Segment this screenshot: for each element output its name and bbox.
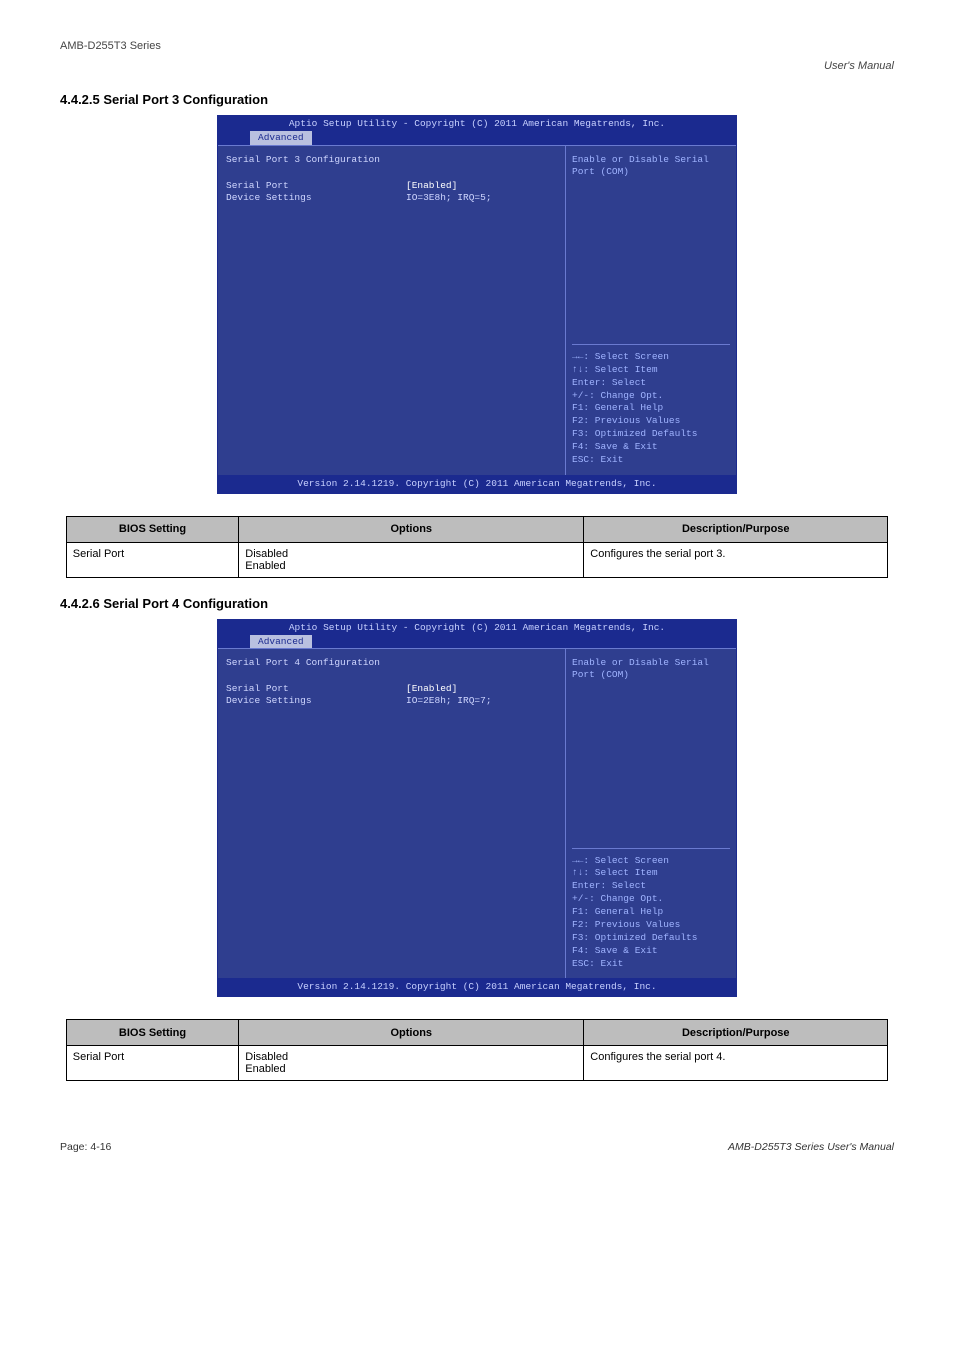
bios-row-serial-port[interactable]: Serial Port [Enabled] <box>226 683 557 695</box>
user-manual-label: User's Manual <box>30 60 924 72</box>
key-enter: Enter: Select <box>572 377 730 389</box>
serial-port-value: [Enabled] <box>406 180 457 192</box>
section-title-3: 4.4.2.5 Serial Port 3 Configuration <box>60 92 924 107</box>
key-previous-values: F2: Previous Values <box>572 415 730 427</box>
key-save-exit: F4: Save & Exit <box>572 945 730 957</box>
table-row: Serial Port Disabled Enabled Configures … <box>66 542 887 577</box>
key-general-help: F1: General Help <box>572 906 730 918</box>
option-table-4: BIOS Setting Options Description/Purpose… <box>66 1019 888 1081</box>
td-options: Disabled Enabled <box>239 542 584 577</box>
key-change-opt: +/-: Change Opt. <box>572 390 730 402</box>
serial-port-label: Serial Port <box>226 683 406 695</box>
th-options: Options <box>239 516 584 542</box>
bios-row-serial-port[interactable]: Serial Port [Enabled] <box>226 180 557 192</box>
bios-tab-row: Advanced <box>218 131 736 145</box>
table-row: Serial Port Disabled Enabled Configures … <box>66 1046 887 1081</box>
td-bios-setting: Serial Port <box>66 1046 239 1081</box>
bios-tab-advanced[interactable]: Advanced <box>250 635 312 649</box>
footer-product: AMB-D255T3 Series User's Manual <box>728 1141 894 1153</box>
key-esc-exit: ESC: Exit <box>572 454 730 466</box>
device-settings-label: Device Settings <box>226 192 406 204</box>
bios-config-title: Serial Port 3 Configuration <box>226 154 557 166</box>
th-description: Description/Purpose <box>584 1020 888 1046</box>
serial-port-value: [Enabled] <box>406 683 457 695</box>
bios-body: Serial Port 4 Configuration Serial Port … <box>218 648 736 978</box>
bios-tab-advanced[interactable]: Advanced <box>250 131 312 145</box>
bios-screenshot-4: Aptio Setup Utility - Copyright (C) 2011… <box>217 619 737 998</box>
device-settings-value: IO=2E8h; IRQ=7; <box>406 695 492 707</box>
key-previous-values: F2: Previous Values <box>572 919 730 931</box>
th-description: Description/Purpose <box>584 516 888 542</box>
bios-keybindings: →←: Select Screen ↑↓: Select Item Enter:… <box>572 344 730 467</box>
key-general-help: F1: General Help <box>572 402 730 414</box>
key-select-item: ↑↓: Select Item <box>572 867 730 879</box>
td-options: Disabled Enabled <box>239 1046 584 1081</box>
key-enter: Enter: Select <box>572 880 730 892</box>
key-select-item: ↑↓: Select Item <box>572 364 730 376</box>
bios-keybindings: →←: Select Screen ↑↓: Select Item Enter:… <box>572 848 730 971</box>
bios-hint: Enable or Disable Serial Port (COM) <box>572 154 730 178</box>
bios-footer-bar: Version 2.14.1219. Copyright (C) 2011 Am… <box>218 475 736 493</box>
th-options: Options <box>239 1020 584 1046</box>
td-description: Configures the serial port 4. <box>584 1046 888 1081</box>
option-table-3: BIOS Setting Options Description/Purpose… <box>66 516 888 578</box>
bios-config-title: Serial Port 4 Configuration <box>226 657 557 669</box>
bios-hint: Enable or Disable Serial Port (COM) <box>572 657 730 681</box>
bios-footer-bar: Version 2.14.1219. Copyright (C) 2011 Am… <box>218 978 736 996</box>
td-bios-setting: Serial Port <box>66 542 239 577</box>
bios-main-panel: Serial Port 4 Configuration Serial Port … <box>218 649 566 978</box>
bios-tab-row: Advanced <box>218 635 736 649</box>
bios-main-panel: Serial Port 3 Configuration Serial Port … <box>218 146 566 475</box>
serial-port-label: Serial Port <box>226 180 406 192</box>
key-esc-exit: ESC: Exit <box>572 958 730 970</box>
page-number: Page: 4-16 <box>60 1141 111 1153</box>
td-description: Configures the serial port 3. <box>584 542 888 577</box>
key-change-opt: +/-: Change Opt. <box>572 893 730 905</box>
bios-row-device-settings: Device Settings IO=2E8h; IRQ=7; <box>226 695 557 707</box>
bios-row-device-settings: Device Settings IO=3E8h; IRQ=5; <box>226 192 557 204</box>
key-optimized-defaults: F3: Optimized Defaults <box>572 428 730 440</box>
key-select-screen: →←: Select Screen <box>572 855 730 867</box>
bios-screenshot-3: Aptio Setup Utility - Copyright (C) 2011… <box>217 115 737 494</box>
key-optimized-defaults: F3: Optimized Defaults <box>572 932 730 944</box>
bios-top-bar: Aptio Setup Utility - Copyright (C) 2011… <box>218 116 736 131</box>
key-save-exit: F4: Save & Exit <box>572 441 730 453</box>
bios-top-bar: Aptio Setup Utility - Copyright (C) 2011… <box>218 620 736 635</box>
bios-body: Serial Port 3 Configuration Serial Port … <box>218 145 736 475</box>
page-footer: Page: 4-16 AMB-D255T3 Series User's Manu… <box>30 1141 924 1153</box>
bios-right-panel: Enable or Disable Serial Port (COM) →←: … <box>566 649 736 978</box>
page-header: AMB-D255T3 Series <box>30 40 924 52</box>
key-select-screen: →←: Select Screen <box>572 351 730 363</box>
th-bios-setting: BIOS Setting <box>66 1020 239 1046</box>
th-bios-setting: BIOS Setting <box>66 516 239 542</box>
bios-right-panel: Enable or Disable Serial Port (COM) →←: … <box>566 146 736 475</box>
section-title-4: 4.4.2.6 Serial Port 4 Configuration <box>60 596 924 611</box>
device-settings-label: Device Settings <box>226 695 406 707</box>
device-settings-value: IO=3E8h; IRQ=5; <box>406 192 492 204</box>
